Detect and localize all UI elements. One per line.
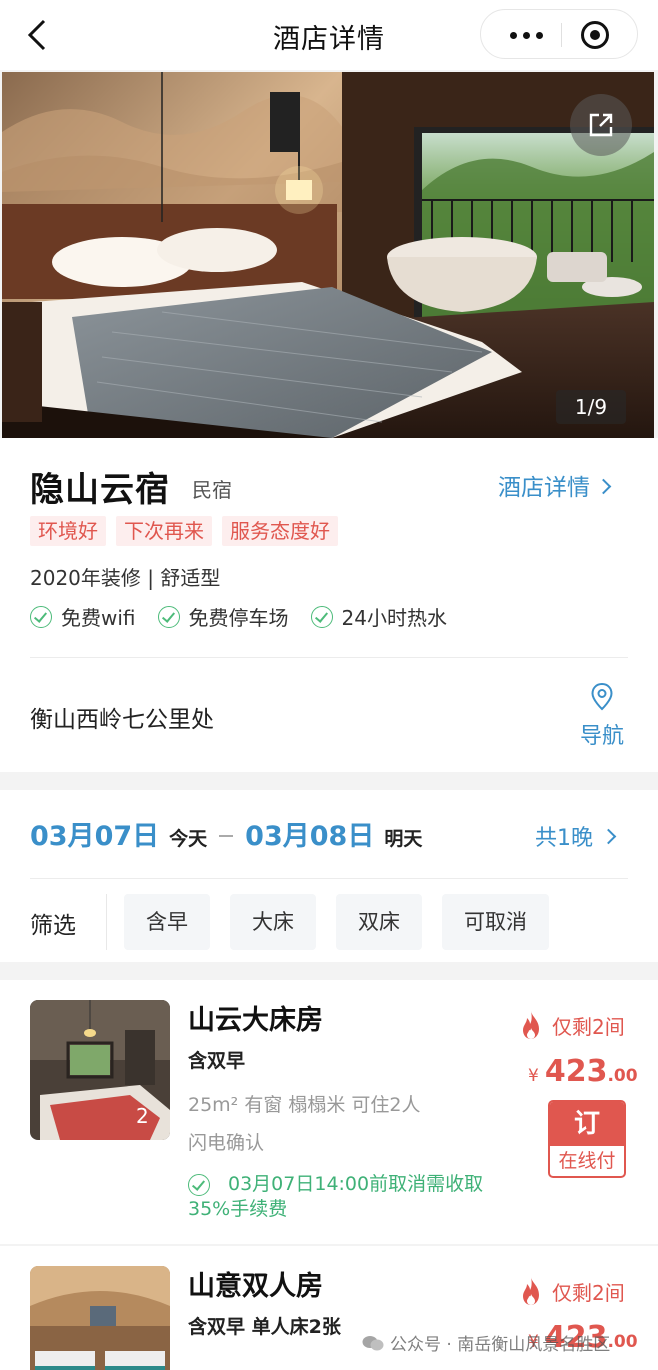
book-button[interactable]: 订 在线付	[548, 1100, 626, 1178]
hotel-type: 民宿	[192, 478, 232, 502]
date-range-selector[interactable]: 03月07日 今天 03月08日 明天	[30, 814, 422, 853]
nights-selector[interactable]: 共1晚	[535, 820, 617, 852]
divider	[30, 657, 628, 658]
filter-divider	[106, 894, 107, 950]
rooms-remaining-text: 仅剩2间	[552, 1280, 625, 1305]
hotel-detail-link[interactable]: 酒店详情	[498, 468, 612, 502]
price-currency: ¥	[528, 1066, 539, 1086]
amenity-item: 24小时热水	[310, 602, 447, 631]
wechat-icon	[362, 1335, 384, 1350]
photo-counter: 1/9	[556, 390, 626, 424]
share-icon	[589, 113, 613, 137]
date-separator	[219, 835, 234, 837]
filter-label: 筛选	[30, 913, 76, 939]
watermark-text: 公众号 · 南岳衡山风景名胜区	[390, 1335, 611, 1355]
room-photo-count: 2	[136, 1104, 149, 1128]
pay-online-label: 在线付	[558, 1150, 616, 1172]
hotel-photo-carousel[interactable]	[2, 72, 654, 438]
price-decimal: .00	[607, 1066, 638, 1086]
review-tags: 环境好 下次再来 服务态度好	[30, 516, 338, 546]
filter-chip-cancellable[interactable]: 可取消	[442, 894, 549, 950]
share-button[interactable]	[570, 94, 632, 156]
renovation-info: 2020年装修 | 舒适型	[30, 566, 221, 590]
stay-date-card: 03月07日 今天 03月08日 明天 共1晚 筛选 含早 大床 双床 可取消	[0, 790, 658, 962]
room-thumbnail[interactable]	[30, 1266, 170, 1370]
room-name: 山意双人房	[188, 1271, 323, 1302]
room-name: 山云大床房	[188, 1005, 323, 1036]
flame-icon	[523, 1277, 539, 1305]
chevron-right-icon	[600, 828, 617, 845]
amenities-list: 免费wifi 免费停车场 24小时热水	[30, 602, 447, 631]
filter-chips: 含早 大床 双床 可取消	[124, 894, 549, 950]
filter-chip-twin-bed[interactable]: 双床	[336, 894, 422, 950]
dot-icon	[522, 31, 530, 39]
hotel-name: 隐山云宿	[30, 470, 170, 510]
more-menu-button[interactable]	[501, 22, 551, 48]
chevron-right-icon	[595, 478, 612, 495]
filter-chip-king-bed[interactable]: 大床	[230, 894, 316, 950]
review-tag: 下次再来	[116, 516, 212, 546]
checkin-day: 今天	[169, 828, 208, 850]
rooms-remaining: 仅剩2间	[518, 1010, 625, 1040]
book-label: 订	[550, 1102, 624, 1146]
hotel-detail-label: 酒店详情	[498, 475, 590, 501]
cancel-policy-text: 03月07日14:00前取消需收取35%手续费	[188, 1173, 484, 1220]
checkout-date: 03月08日	[245, 821, 375, 852]
amenity-label: 免费停车场	[188, 606, 289, 630]
top-nav-bar: 酒店详情	[0, 0, 658, 70]
divider	[30, 878, 628, 879]
watermark: 公众号 · 南岳衡山风景名胜区	[362, 1330, 610, 1355]
location-pin-icon	[591, 682, 613, 711]
close-miniprogram-button[interactable]	[581, 21, 609, 49]
review-tag: 环境好	[30, 516, 106, 546]
check-circle-icon	[310, 605, 333, 628]
room-photo	[30, 1000, 170, 1140]
filter-chip-breakfast[interactable]: 含早	[124, 894, 210, 950]
instant-confirm: 闪电确认	[188, 1132, 265, 1154]
checkin-date: 03月07日	[30, 821, 160, 852]
rooms-remaining-text: 仅剩2间	[552, 1014, 625, 1039]
check-circle-icon	[157, 605, 180, 628]
amenity-item: 免费停车场	[157, 602, 289, 631]
amenity-item: 免费wifi	[30, 602, 136, 631]
capsule-divider	[561, 23, 562, 47]
navigation-label: 导航	[579, 724, 624, 749]
price-integer: 423	[544, 1054, 608, 1089]
room-breakfast: 含双早 单人床2张	[188, 1316, 341, 1338]
navigation-button[interactable]: 导航	[574, 682, 630, 749]
nights-label: 共1晚	[535, 826, 593, 851]
room-card[interactable]: 2 山云大床房 含双早 25m² 有窗 榻榻米 可住2人 闪电确认 03月07日…	[0, 980, 658, 1244]
amenity-label: 免费wifi	[61, 606, 136, 630]
hotel-address: 衡山西岭七公里处	[30, 707, 214, 733]
room-specs: 25m² 有窗 榻榻米 可住2人	[188, 1094, 421, 1116]
room-thumbnail[interactable]	[30, 1000, 170, 1140]
room-price: ¥423.00	[528, 1054, 638, 1089]
hotel-room-photo	[2, 72, 654, 438]
price-decimal: .00	[607, 1332, 638, 1352]
checkout-day: 明天	[384, 828, 423, 850]
rooms-remaining: 仅剩2间	[518, 1276, 625, 1306]
flame-icon	[523, 1011, 539, 1039]
dot-icon	[509, 31, 517, 39]
dot-icon	[535, 31, 543, 39]
room-photo	[30, 1266, 170, 1370]
amenity-label: 24小时热水	[341, 606, 447, 630]
review-tag: 服务态度好	[222, 516, 338, 546]
check-circle-icon	[30, 605, 52, 628]
mini-program-capsule	[480, 9, 638, 59]
hotel-info-card: 隐山云宿 民宿 酒店详情 环境好 下次再来 服务态度好 2020年装修 | 舒适…	[0, 438, 658, 772]
room-breakfast: 含双早	[188, 1050, 246, 1072]
